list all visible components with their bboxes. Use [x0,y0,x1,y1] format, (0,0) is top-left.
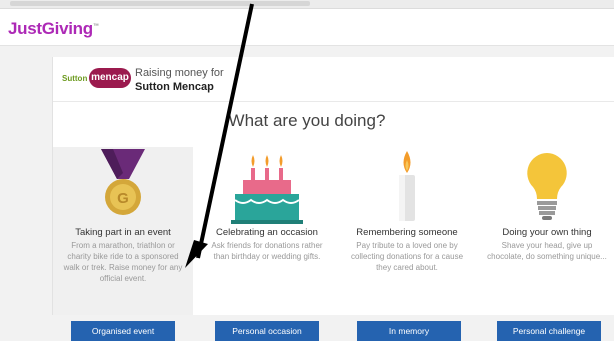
option-personal-challenge[interactable]: Doing your own thing Shave your head, gi… [477,147,614,341]
justgiving-logo[interactable]: JustGiving™ [8,19,99,39]
option-organised-event[interactable]: G Taking part in an event From a maratho… [53,147,193,341]
personal-occasion-button[interactable]: Personal occasion [215,321,319,341]
option-title: Remembering someone [356,227,458,238]
option-description: Pay tribute to a loved one by collecting… [350,241,464,272]
raising-label: Raising money for [135,67,224,79]
charity-banner: Sutton mencap Raising money for Sutton M… [53,57,614,102]
logo-trademark: ™ [92,23,99,30]
browser-top-strip [0,0,614,9]
medal-icon: G [101,149,145,215]
in-memory-button[interactable]: In memory [357,321,461,341]
option-description: From a marathon, triathlon or charity bi… [63,241,183,283]
option-title: Celebrating an occasion [216,227,318,238]
lightbulb-icon [527,153,567,220]
option-title: Taking part in an event [75,227,171,238]
mencap-logo-location: Sutton [62,74,88,83]
mencap-logo-badge: mencap [89,68,131,88]
option-description: Shave your head, give up chocolate, do s… [487,241,607,261]
page-question: What are you doing? [228,111,386,130]
option-personal-occasion[interactable]: Celebrating an occasion Ask friends for … [197,147,337,341]
svg-text:G: G [117,190,129,207]
personal-challenge-button[interactable]: Personal challenge [497,321,601,341]
option-description: Ask friends for donations rather than bi… [211,241,323,261]
logo-text: JustGiving [8,19,93,38]
charity-name: Sutton Mencap [135,81,214,93]
option-title: Doing your own thing [502,227,592,238]
site-header: JustGiving™ [0,9,614,46]
option-in-memory[interactable]: Remembering someone Pay tribute to a lov… [337,147,477,341]
organised-event-button[interactable]: Organised event [71,321,175,341]
browser-tab-bar [10,1,310,6]
candle-icon [399,151,415,221]
cake-icon [231,155,303,224]
mencap-logo: Sutton mencap [62,66,132,92]
fundraising-card: Sutton mencap Raising money for Sutton M… [52,57,614,341]
